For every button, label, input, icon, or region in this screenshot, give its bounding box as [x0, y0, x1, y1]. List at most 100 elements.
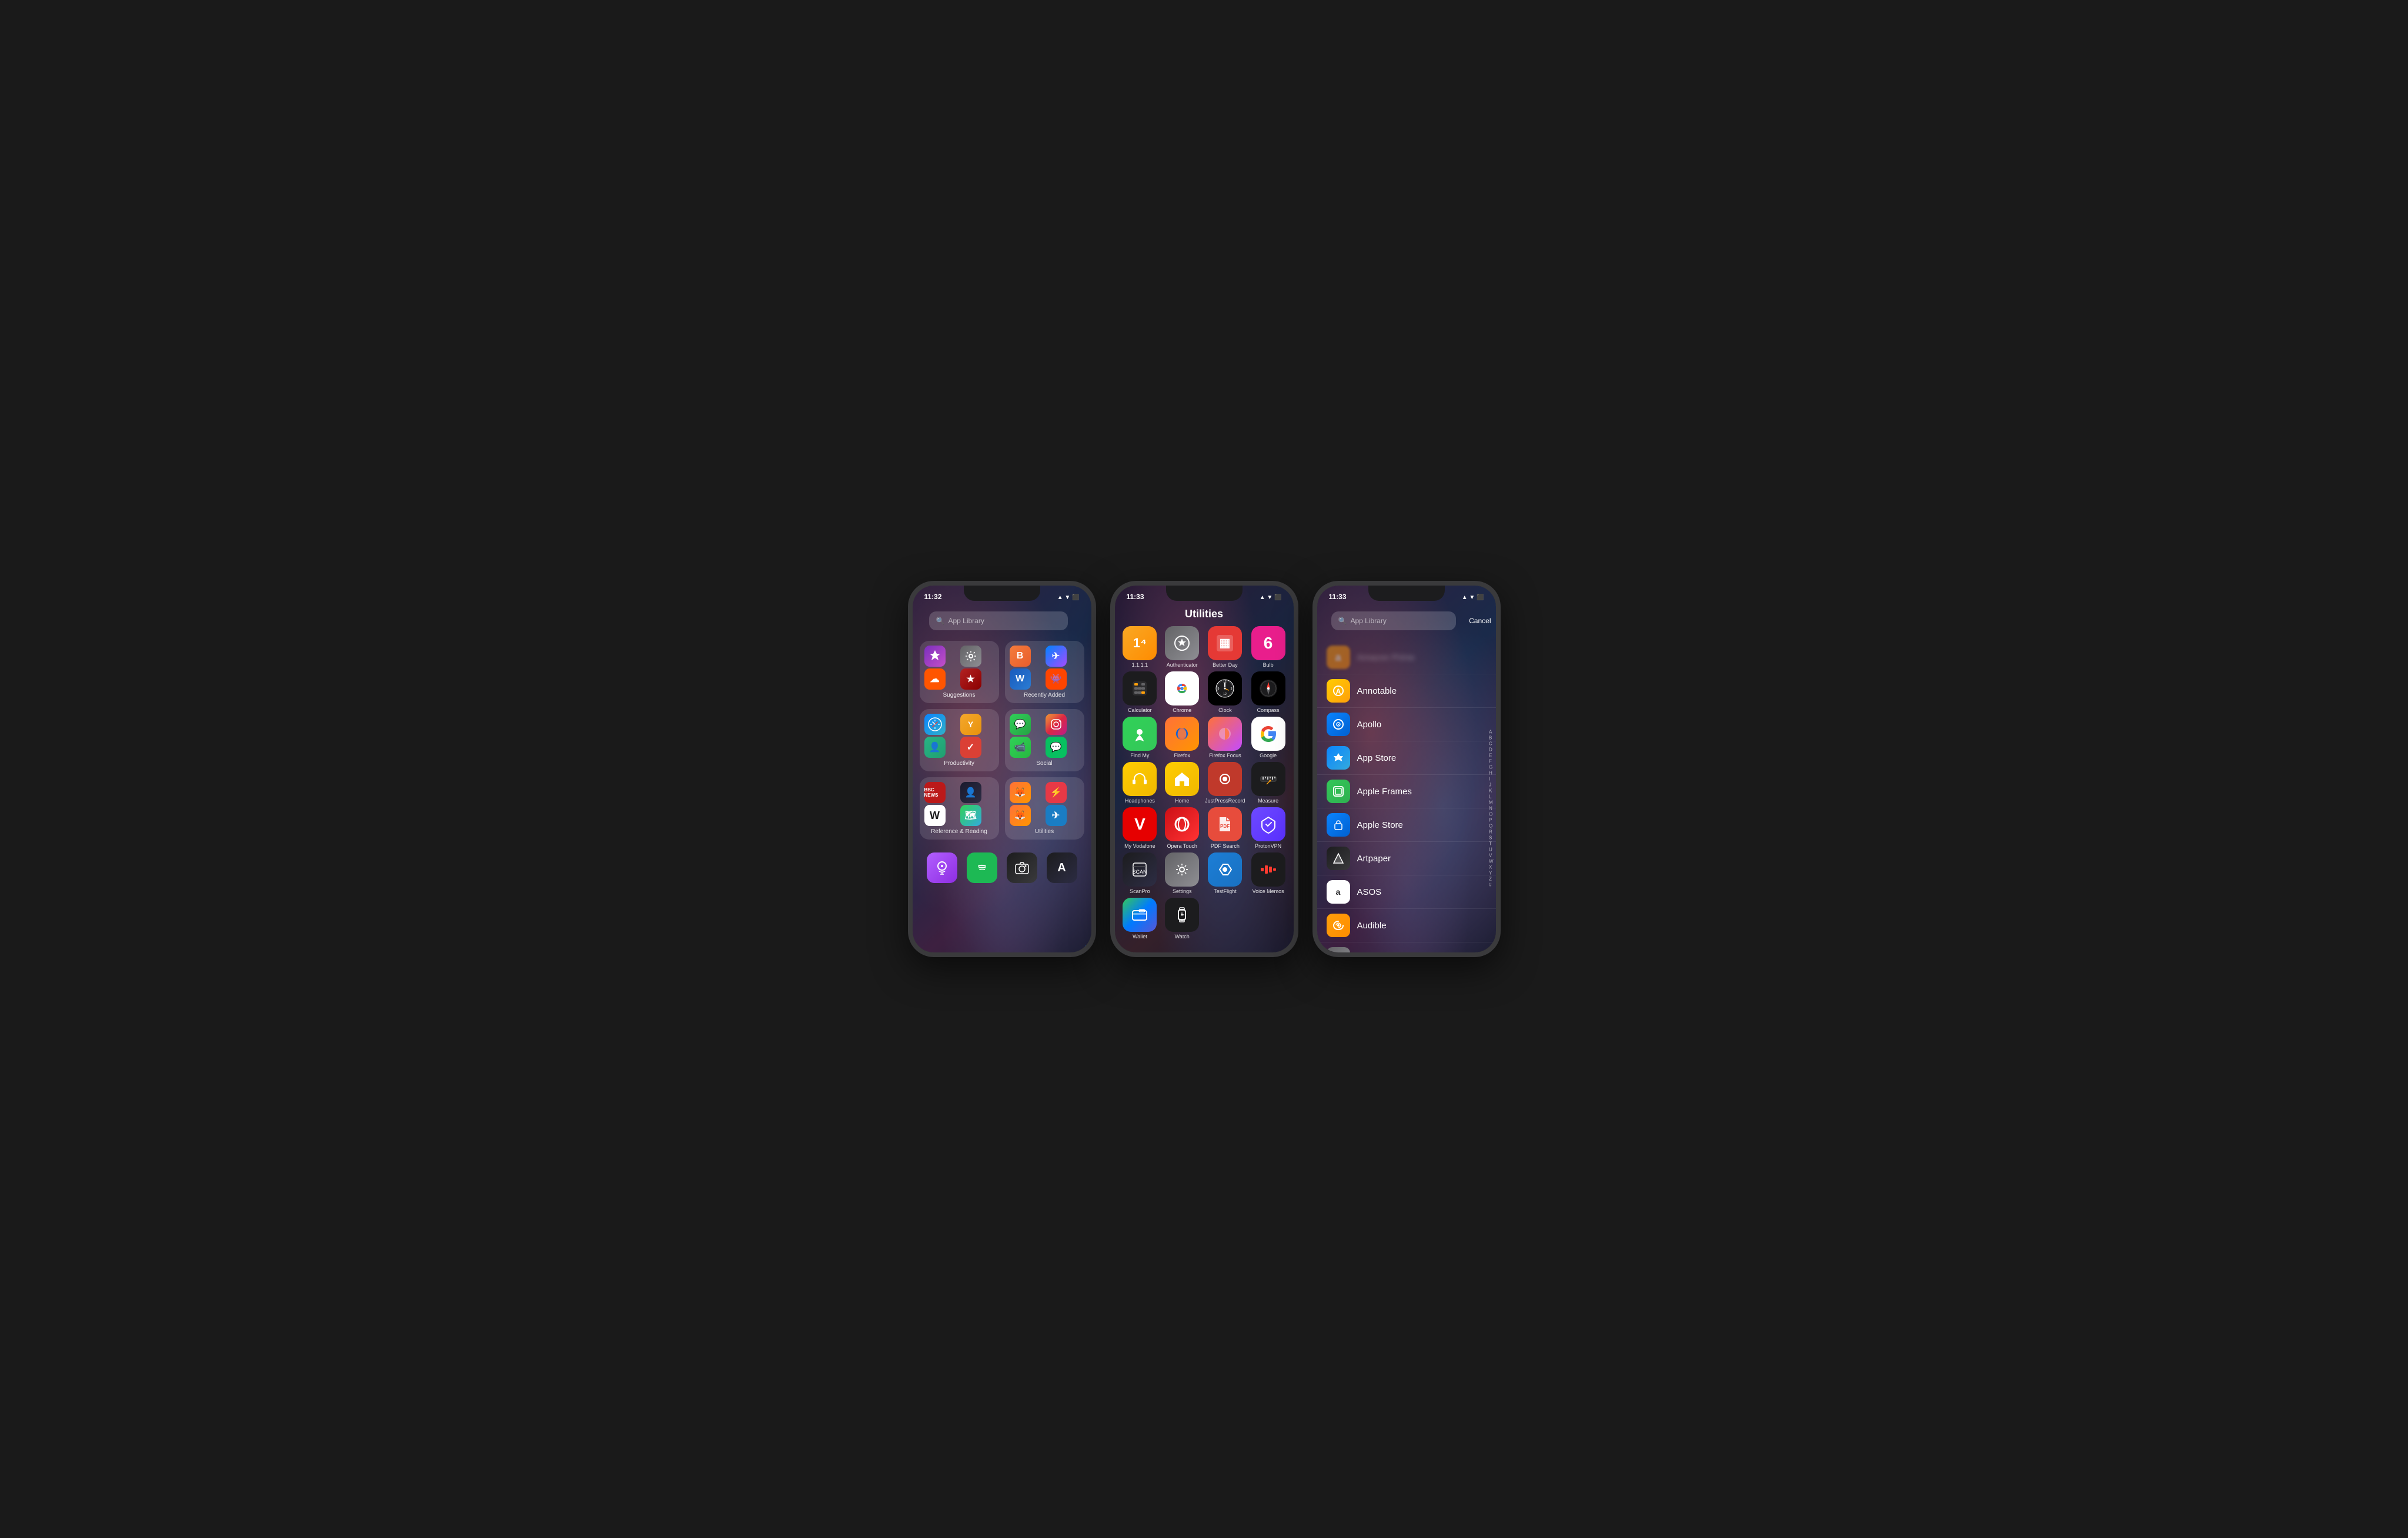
- app-icon-operatouch[interactable]: [1165, 807, 1199, 841]
- app-item-calculator[interactable]: Calculator: [1121, 671, 1160, 713]
- app-item-wallet[interactable]: Wallet: [1121, 898, 1160, 939]
- alpha-v[interactable]: V: [1489, 853, 1494, 858]
- app-icon-home[interactable]: [1165, 762, 1199, 796]
- app-item-authenticator[interactable]: Authenticator: [1163, 626, 1201, 668]
- folder-social[interactable]: 💬 📹 💬 Social: [1005, 709, 1084, 771]
- app-camera[interactable]: [1007, 852, 1037, 883]
- alpha-s[interactable]: S: [1489, 835, 1494, 841]
- alpha-b[interactable]: B: [1489, 735, 1494, 741]
- app-cardhop[interactable]: 👤: [924, 737, 946, 758]
- app-bear[interactable]: B: [1010, 646, 1031, 667]
- alpha-h[interactable]: H: [1489, 771, 1494, 776]
- app-maps[interactable]: 🗺: [960, 805, 981, 826]
- list-icon-authenticator[interactable]: [1327, 947, 1350, 952]
- app-icon-firefoxfocus[interactable]: [1208, 717, 1242, 751]
- app-item-chrome[interactable]: Chrome: [1163, 671, 1201, 713]
- alpha-n[interactable]: N: [1489, 806, 1494, 811]
- list-item-annotable[interactable]: A Annotable: [1317, 674, 1496, 708]
- app-item-voicememos[interactable]: Voice Memos: [1249, 852, 1288, 894]
- app-item-compass[interactable]: Compass: [1249, 671, 1288, 713]
- list-item-audible[interactable]: Audible: [1317, 909, 1496, 942]
- app-item-settings[interactable]: Settings: [1163, 852, 1201, 894]
- list-icon-audible[interactable]: [1327, 914, 1350, 937]
- app-icon-headphones[interactable]: [1123, 762, 1157, 796]
- app-item-findmy[interactable]: Find My: [1121, 717, 1160, 758]
- app-item-testflight[interactable]: TestFlight: [1205, 852, 1245, 894]
- app-item-google[interactable]: Google: [1249, 717, 1288, 758]
- alpha-y[interactable]: Y: [1489, 871, 1494, 876]
- app-firefox-1[interactable]: 🦊: [1010, 782, 1031, 803]
- app-facetime[interactable]: 📹: [1010, 737, 1031, 758]
- app-icon-pdfsearch[interactable]: PDF: [1208, 807, 1242, 841]
- app-messenger[interactable]: ✈: [1046, 646, 1067, 667]
- list-icon-appstore[interactable]: [1327, 746, 1350, 770]
- list-item-artpaper[interactable]: Artpaper: [1317, 842, 1496, 875]
- app-item-operatouch[interactable]: Opera Touch: [1163, 807, 1201, 849]
- app-icon-scanpro[interactable]: SCAN: [1123, 852, 1157, 887]
- app-icon-1111[interactable]: 1⁴: [1123, 626, 1157, 660]
- alpha-j[interactable]: J: [1489, 783, 1494, 788]
- app-icon-bulb[interactable]: 6: [1251, 626, 1285, 660]
- cancel-button-3[interactable]: Cancel: [1469, 617, 1491, 625]
- list-icon-apollo[interactable]: [1327, 713, 1350, 736]
- app-icon-vodafone[interactable]: V: [1123, 807, 1157, 841]
- app-item-watch[interactable]: Watch: [1163, 898, 1201, 939]
- app-item-clock[interactable]: 123912 Clock: [1205, 671, 1245, 713]
- app-item-firefoxfocus[interactable]: Firefox Focus: [1205, 717, 1245, 758]
- app-icon-testflight[interactable]: [1208, 852, 1242, 887]
- alpha-m[interactable]: M: [1489, 800, 1494, 805]
- alpha-i[interactable]: I: [1489, 777, 1494, 782]
- app-todoist[interactable]: ✓: [960, 737, 981, 758]
- alpha-k[interactable]: K: [1489, 788, 1494, 794]
- app-icon-voicememos[interactable]: [1251, 852, 1285, 887]
- list-icon-annotable[interactable]: A: [1327, 679, 1350, 703]
- app-item-home[interactable]: Home: [1163, 762, 1201, 804]
- app-item-pdfsearch[interactable]: PDF PDF Search: [1205, 807, 1245, 849]
- app-item-headphones[interactable]: Headphones: [1121, 762, 1160, 804]
- app-icon-chrome[interactable]: [1165, 671, 1199, 706]
- app-reeder2[interactable]: ⚡: [1046, 782, 1067, 803]
- app-icon-wallet[interactable]: [1123, 898, 1157, 932]
- app-item-firefox[interactable]: Firefox: [1163, 717, 1201, 758]
- folder-recently-added[interactable]: B ✈ W 👾 Recently Added: [1005, 641, 1084, 703]
- alpha-u[interactable]: U: [1489, 847, 1494, 852]
- list-item-appleframes[interactable]: Apple Frames: [1317, 775, 1496, 808]
- folder-utilities[interactable]: 🦊 ⚡ 🦊 ✈ Utilities: [1005, 777, 1084, 840]
- app-icon-google[interactable]: [1251, 717, 1285, 751]
- list-item-authenticator[interactable]: Authenticator: [1317, 942, 1496, 952]
- alpha-hash[interactable]: #: [1489, 882, 1494, 888]
- alpha-p[interactable]: P: [1489, 818, 1494, 823]
- app-reeder-1[interactable]: ★: [960, 668, 981, 690]
- folder-productivity[interactable]: Y 👤 ✓ Productivity: [920, 709, 999, 771]
- app-safari[interactable]: [924, 714, 946, 735]
- search-bar-1[interactable]: 🔍 App Library: [929, 611, 1068, 630]
- app-icon-findmy[interactable]: [1123, 717, 1157, 751]
- app-item-justpress[interactable]: JustPressRecord: [1205, 762, 1245, 804]
- list-icon-artpaper[interactable]: [1327, 847, 1350, 870]
- app-firefox-2[interactable]: 🦊: [1010, 805, 1031, 826]
- app-item-scanpro[interactable]: SCAN ScanPro: [1121, 852, 1160, 894]
- app-item-measure[interactable]: Measure: [1249, 762, 1288, 804]
- app-shortcuts[interactable]: [924, 646, 946, 667]
- folder-reference[interactable]: BBC NEWS 👤 W 🗺 Reference & Reading: [920, 777, 999, 840]
- app-item-bulb[interactable]: 6 Bulb: [1249, 626, 1288, 668]
- app-icon-firefox[interactable]: [1165, 717, 1199, 751]
- app-icon-betterday[interactable]: ▦: [1208, 626, 1242, 660]
- list-icon-appleframes[interactable]: [1327, 780, 1350, 803]
- list-item-applestore[interactable]: Apple Store: [1317, 808, 1496, 842]
- app-messages[interactable]: 💬: [1010, 714, 1031, 735]
- app-icon-calculator[interactable]: [1123, 671, 1157, 706]
- app-item-betterday[interactable]: ▦ Better Day: [1205, 626, 1245, 668]
- app-ynab[interactable]: Y: [960, 714, 981, 735]
- app-word[interactable]: W: [1010, 668, 1031, 690]
- list-item-asos[interactable]: a ASOS: [1317, 875, 1496, 909]
- app-item-protonvpn[interactable]: ProtonVPN: [1249, 807, 1288, 849]
- alpha-x[interactable]: X: [1489, 865, 1494, 870]
- search-bar-3[interactable]: 🔍 App Library: [1331, 611, 1457, 630]
- app-icon-watch[interactable]: [1165, 898, 1199, 932]
- alpha-c[interactable]: C: [1489, 741, 1494, 747]
- folder-suggestions[interactable]: ☁ ★ Suggestions: [920, 641, 999, 703]
- list-icon-applestore[interactable]: [1327, 813, 1350, 837]
- app-icon-clock[interactable]: 123912: [1208, 671, 1242, 706]
- dock-podcasts[interactable]: [927, 852, 957, 883]
